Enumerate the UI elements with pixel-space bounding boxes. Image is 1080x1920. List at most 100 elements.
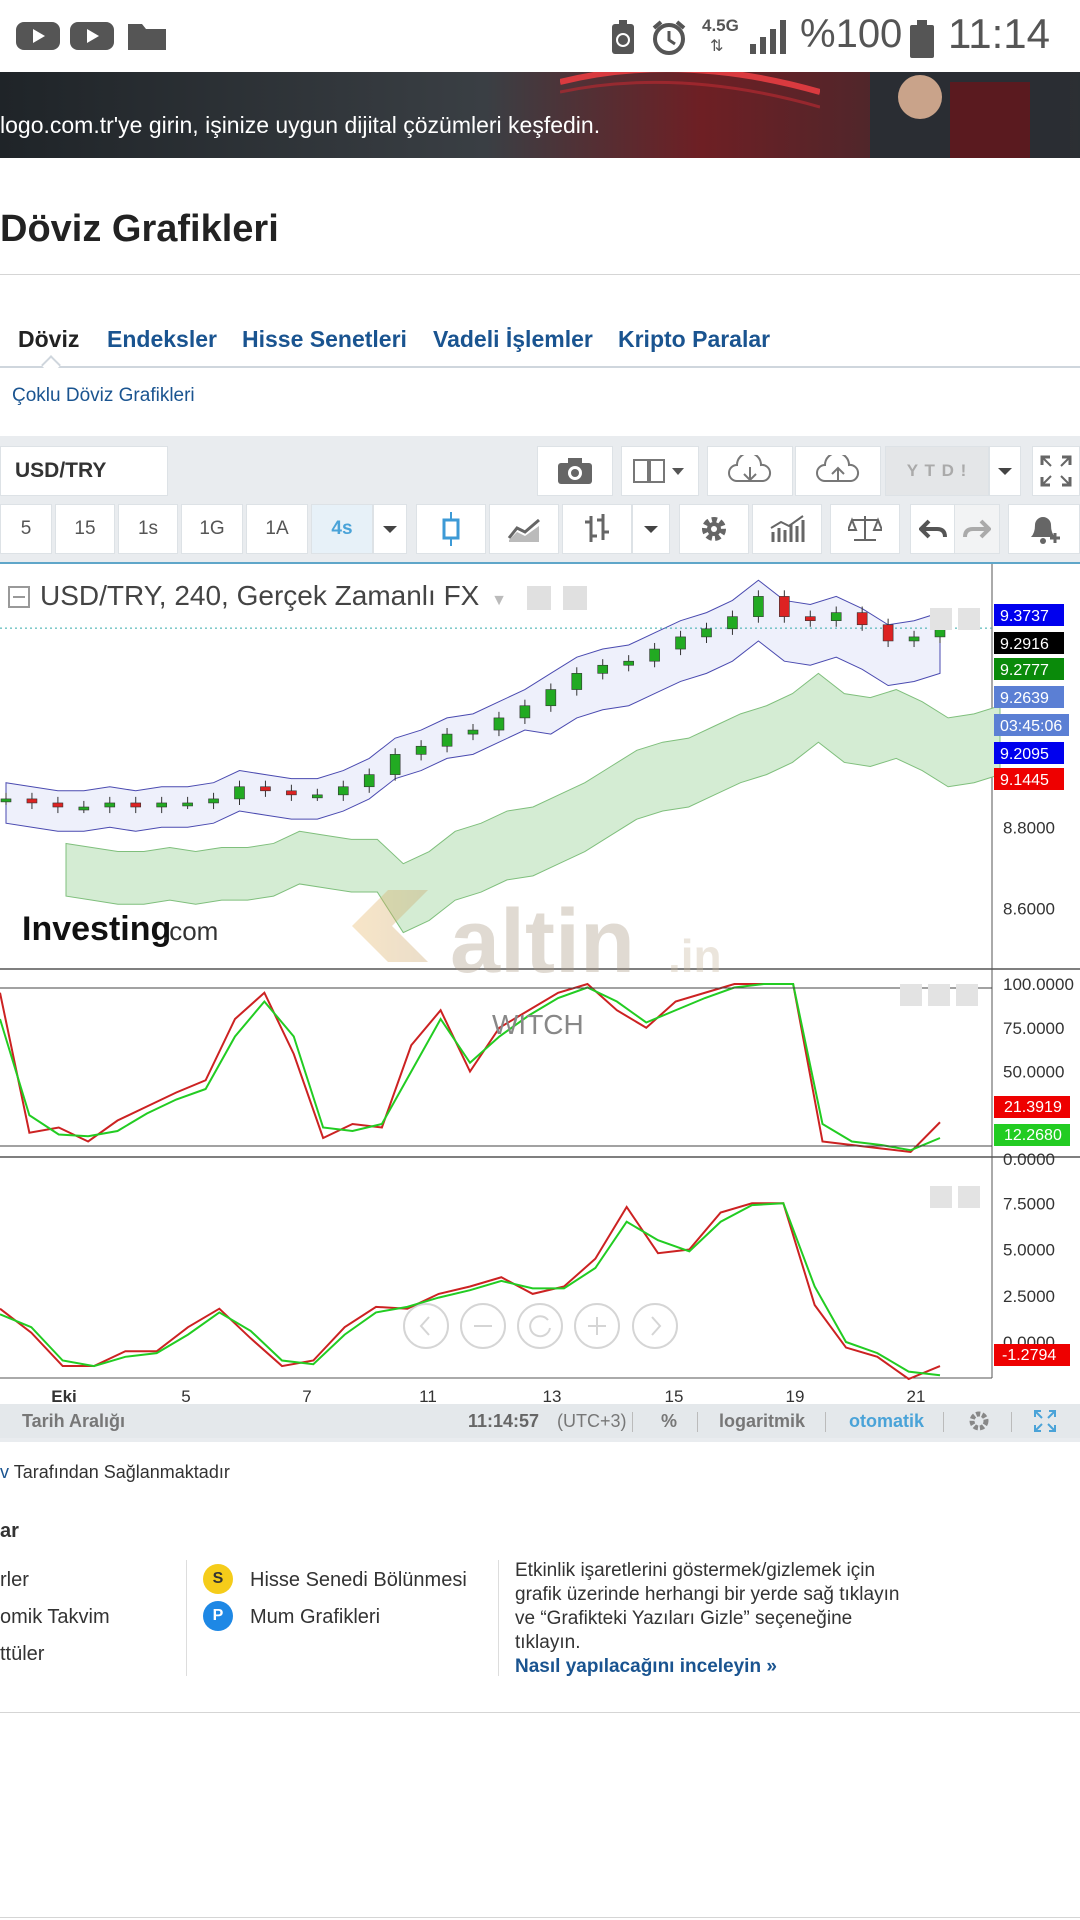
collapse-legend-icon[interactable] (8, 586, 30, 608)
symbol-search-input[interactable]: USD/TRY (0, 446, 168, 496)
alert-button[interactable] (1008, 504, 1080, 554)
interval-15-button[interactable]: 15 (55, 504, 115, 554)
tab-vadeli-islemler[interactable]: Vadeli İşlemler (433, 326, 593, 353)
candle (182, 802, 193, 807)
legend-left-item: rler (0, 1569, 29, 1591)
range-dropdown-button[interactable] (989, 446, 1021, 496)
divider (0, 274, 1080, 275)
provider-link-fragment[interactable]: v (0, 1462, 9, 1482)
title-dropdown-icon[interactable]: ▼ (491, 592, 507, 609)
candle (26, 798, 38, 804)
oscillator-tick-label: 7.5000 (1003, 1194, 1055, 1213)
load-chart-button[interactable] (707, 446, 793, 496)
compare-button[interactable] (830, 504, 900, 554)
price-badge-label: 9.3737 (1000, 608, 1049, 625)
candlestick-type-button[interactable] (416, 504, 486, 554)
panel-down-icon (958, 1186, 980, 1208)
panel-close-icon (956, 984, 978, 1006)
signal-icon (750, 20, 786, 54)
ohlc-bar-icon (585, 514, 609, 542)
chart-legend-header: USD/TRY, 240, Gerçek Zamanlı FX ▼ (8, 580, 587, 612)
candle (649, 648, 660, 662)
tab-doviz[interactable]: Döviz (18, 326, 79, 353)
timezone[interactable]: (UTC+3) (557, 1411, 627, 1432)
tab-endeksler[interactable]: Endeksler (107, 326, 217, 353)
reset-button (517, 1303, 563, 1349)
line-chart-icon (507, 518, 540, 542)
info-text-line: grafik üzerinde herhangi bir yerde sağ t… (515, 1584, 900, 1605)
candle (234, 786, 245, 800)
redo-icon (963, 519, 991, 539)
interval-1s-button[interactable]: 1s (118, 504, 178, 554)
chart-canvas[interactable]: 8.8000 8.6000 9.3737 9.2916 9.2777 9.2639 03:4… (0, 564, 1080, 1440)
interval-4s-button[interactable]: 4s (311, 504, 373, 554)
candle (104, 802, 116, 808)
settings-button[interactable] (679, 504, 749, 554)
cloud-upload-icon (816, 455, 860, 482)
folder-icon (128, 24, 166, 50)
candlestick-icon (442, 512, 460, 546)
candle (675, 636, 686, 650)
candle (804, 616, 816, 622)
price-badge-label: 9.2916 (1000, 636, 1049, 653)
percent-scale-toggle[interactable]: % (661, 1411, 677, 1432)
youtube-icon (70, 22, 114, 50)
multi-currency-charts-link[interactable]: Çoklu Döviz Grafikleri (12, 385, 195, 407)
candle (623, 660, 634, 666)
chart-nav-controls[interactable] (403, 1303, 678, 1349)
series-settings-icon[interactable] (562, 585, 587, 610)
line-type-button[interactable] (489, 504, 559, 554)
oscillator-panel-2: 7.50005.00002.50000.0000-1.2794 (0, 1194, 1070, 1381)
date-range-button[interactable]: Tarih Aralığı (22, 1411, 125, 1432)
candle (493, 717, 505, 731)
chart-title: USD/TRY, 240, Gerçek Zamanlı FX (40, 580, 480, 611)
candle (571, 673, 583, 690)
interval-1g-button[interactable]: 1G (181, 504, 243, 554)
ytd-button[interactable]: Y T D ! (885, 446, 989, 496)
gear-icon[interactable] (968, 1410, 990, 1432)
ad-banner[interactable]: logo.com.tr'ye girin, işinize uygun diji… (0, 72, 1080, 158)
chart-type-dropdown-button[interactable] (632, 504, 670, 554)
auto-scale-toggle[interactable]: otomatik (849, 1411, 924, 1432)
candle (467, 729, 479, 735)
oscillator-tick-label: 0.0000 (1003, 1150, 1055, 1169)
chevron-down-icon (644, 526, 658, 533)
candle (701, 628, 712, 638)
investing-logo-text: Investing (22, 910, 171, 948)
investing-logo-suffix: .com (162, 916, 218, 946)
legend-left-item: ttüler (0, 1643, 45, 1665)
price-badge-label: 03:45:06 (1000, 718, 1062, 735)
tab-hisse-senetleri[interactable]: Hisse Senetleri (242, 326, 407, 353)
fullscreen-icon[interactable] (1034, 1410, 1056, 1432)
tabs-divider (0, 366, 1080, 368)
fullscreen-button[interactable] (1032, 446, 1080, 496)
screenshot-button[interactable] (537, 446, 613, 496)
price-tick-label: 8.6000 (1003, 899, 1055, 918)
divider (697, 1412, 698, 1432)
how-to-link[interactable]: Nasıl yapılacağını inceleyin » (515, 1656, 777, 1678)
battery-icon (910, 20, 934, 58)
panel-down-icon (958, 608, 980, 630)
undo-button[interactable] (910, 504, 956, 554)
redo-button[interactable] (954, 504, 1000, 554)
save-chart-button[interactable] (795, 446, 881, 496)
visibility-icon[interactable] (526, 585, 551, 610)
bar-type-button[interactable] (562, 504, 632, 554)
chart-plot-area[interactable]: 8.8000 8.6000 9.3737 9.2916 9.2777 9.2639 03:4… (0, 562, 1080, 1438)
indicators-button[interactable] (752, 504, 822, 554)
gear-icon (702, 517, 726, 541)
interval-dropdown-button[interactable] (373, 504, 407, 554)
layout-button[interactable] (621, 446, 699, 496)
legend-item-label: Hisse Senedi Bölünmesi (250, 1569, 467, 1591)
page-title: Döviz Grafikleri (0, 208, 279, 250)
candle (727, 616, 738, 630)
tab-kripto-paralar[interactable]: Kripto Paralar (618, 326, 770, 353)
candle (286, 790, 297, 796)
interval-1a-button[interactable]: 1A (246, 504, 308, 554)
candle (363, 774, 375, 788)
legend-heading: ar (0, 1520, 19, 1542)
log-scale-toggle[interactable]: logaritmik (719, 1411, 805, 1432)
candle (597, 664, 609, 674)
candle (0, 798, 12, 803)
interval-5-button[interactable]: 5 (0, 504, 52, 554)
